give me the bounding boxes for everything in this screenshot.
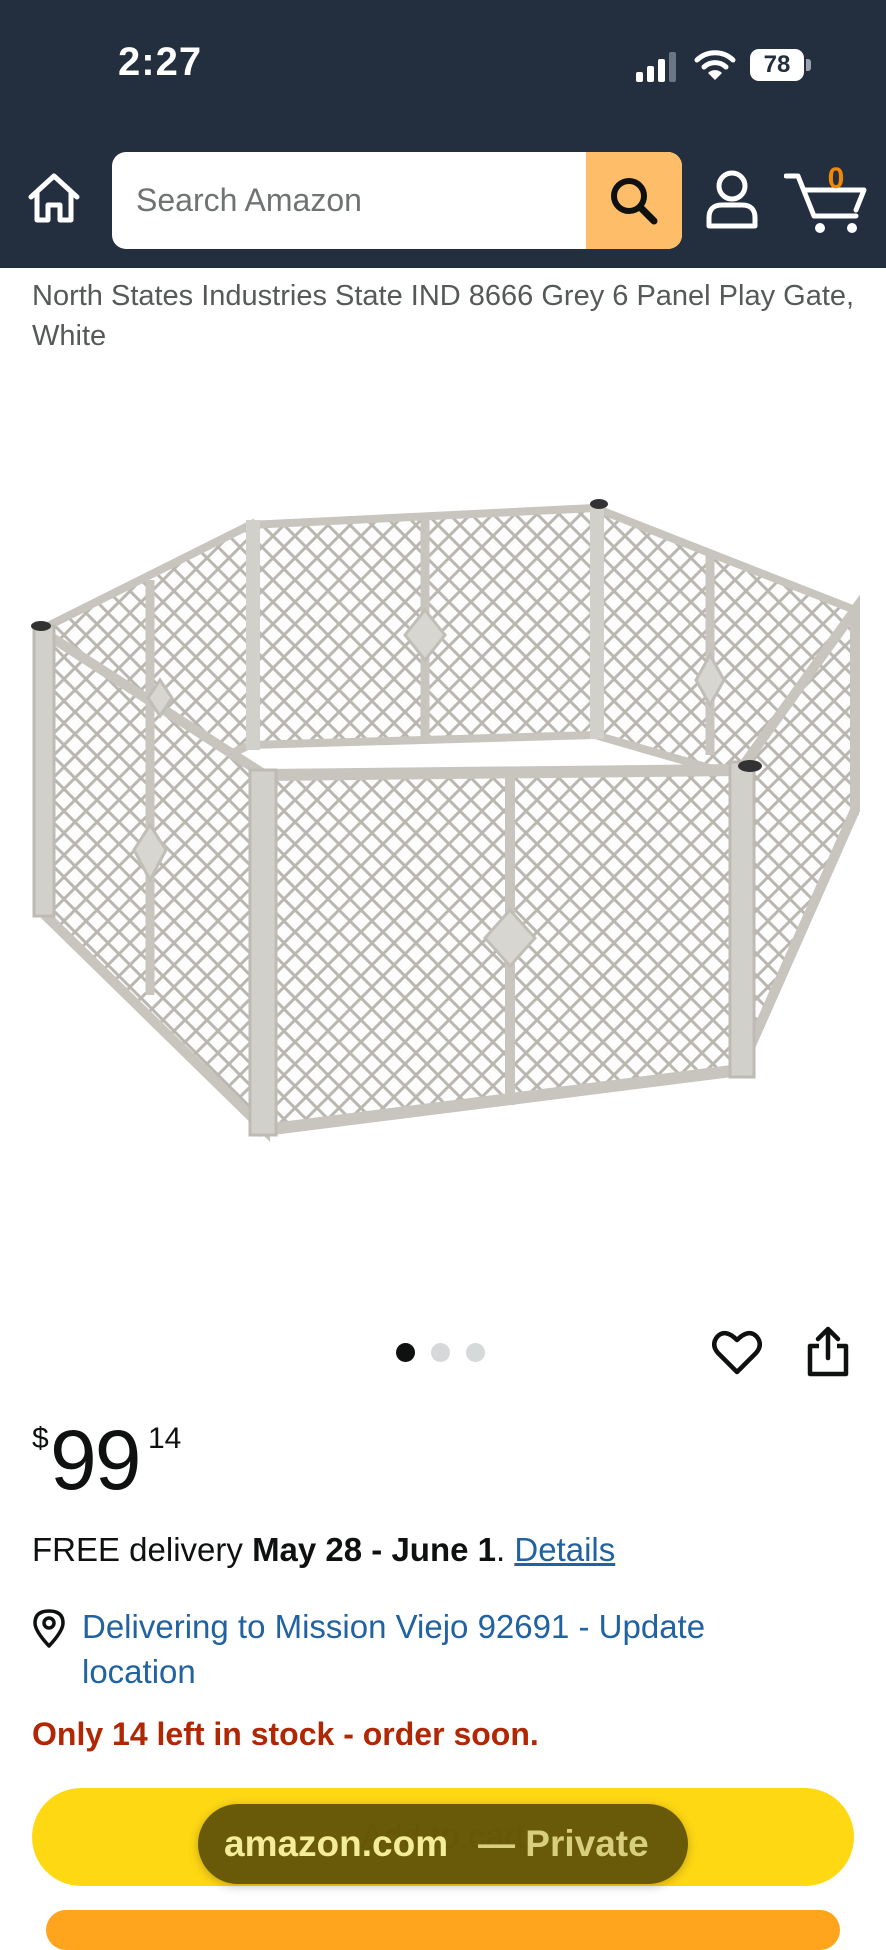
cart-button[interactable]: 0 [783,160,870,236]
battery-level: 78 [763,51,791,78]
browser-domain: amazon.com [224,1823,449,1864]
wifi-icon [694,50,736,80]
delivery-prefix: FREE delivery [32,1531,253,1568]
home-icon[interactable] [26,170,82,226]
buy-now-button[interactable] [46,1910,840,1950]
share-icon[interactable] [804,1326,852,1378]
product-image[interactable] [20,470,870,1150]
carousel-dot-1[interactable] [396,1343,415,1362]
browser-address-pill[interactable]: amazon.com — Private [198,1804,688,1884]
account-icon[interactable] [704,168,760,230]
search-input[interactable] [112,152,582,249]
price-whole: 99 [50,1413,141,1507]
delivery-dates: May 28 - June 1 [252,1531,497,1568]
battery-icon: 78 [750,49,812,81]
cart-count: 0 [827,162,845,195]
price-symbol: $ [32,1422,49,1455]
browser-private-label: — Private [478,1823,649,1864]
search-button[interactable] [586,152,682,249]
carousel-dot-3[interactable] [466,1343,485,1362]
location-link[interactable]: Delivering to Mission Viejo 92691 - Upda… [82,1604,822,1694]
stock-status: Only 14 left in stock - order soon. [32,1716,539,1752]
signal-icon [636,52,676,82]
image-carousel-dots [396,1343,485,1363]
search-icon [611,177,658,224]
top-bar: 2:27 78 Search Amazon 0 [0,0,886,268]
delivery-suffix: . [496,1531,515,1568]
product-title[interactable]: North States Industries State IND 8666 G… [32,276,862,356]
search-bar [112,152,682,249]
delivery-info: FREE delivery May 28 - June 1. Details [32,1531,615,1569]
price-fraction: 14 [148,1422,182,1455]
location-pin-icon [33,1609,65,1648]
details-link[interactable]: Details [514,1531,615,1568]
carousel-dot-2[interactable] [431,1343,450,1362]
status-time: 2:27 [118,40,203,84]
heart-icon[interactable] [712,1326,762,1378]
